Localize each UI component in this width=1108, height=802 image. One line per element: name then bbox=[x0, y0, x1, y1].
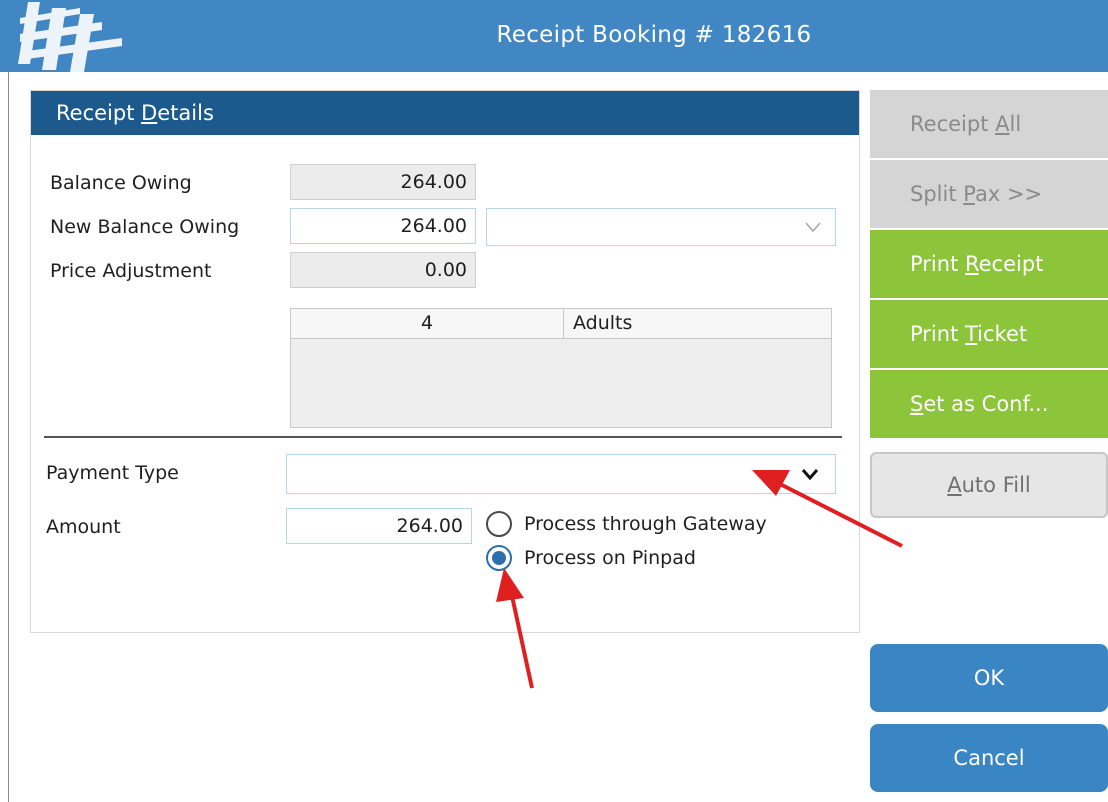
split-pax-button[interactable]: Split Pax >> bbox=[870, 160, 1108, 228]
auto-fill-label-post: uto Fill bbox=[961, 473, 1031, 497]
gateway-radio[interactable] bbox=[486, 511, 512, 537]
print-receipt-label-underlined: R bbox=[964, 252, 979, 276]
print-ticket-label-post: icket bbox=[977, 322, 1028, 346]
set-as-conf-label-underlined: S bbox=[910, 392, 924, 416]
panel-header-text-post: etails bbox=[157, 101, 214, 125]
pinpad-radio-label[interactable]: Process on Pinpad bbox=[524, 547, 696, 569]
title-bar: Receipt Booking # 182616 bbox=[0, 0, 1108, 72]
auto-fill-button[interactable]: Auto Fill bbox=[870, 452, 1108, 518]
section-divider bbox=[44, 436, 842, 438]
chevron-down-icon bbox=[805, 222, 821, 233]
ok-button[interactable]: OK bbox=[870, 644, 1108, 712]
set-as-conf-label-post: et as Conf... bbox=[923, 392, 1049, 416]
split-pax-label-pre: Split bbox=[910, 182, 964, 206]
window-title: Receipt Booking # 182616 bbox=[496, 22, 812, 48]
receipt-all-label-pre: Receipt bbox=[910, 112, 996, 136]
gateway-radio-label[interactable]: Process through Gateway bbox=[524, 513, 767, 535]
new-balance-owing-label: New Balance Owing bbox=[50, 216, 240, 238]
pax-count-cell: 4 bbox=[291, 309, 564, 338]
print-receipt-label-post: eceipt bbox=[978, 252, 1044, 276]
split-pax-label-post: ax >> bbox=[974, 182, 1043, 206]
payment-type-select[interactable] bbox=[286, 454, 836, 494]
pax-type-cell: Adults bbox=[573, 312, 633, 334]
window-left-border bbox=[8, 0, 9, 802]
price-adjustment-field: 0.00 bbox=[290, 252, 476, 288]
split-pax-label-underlined: P bbox=[963, 182, 975, 206]
panel-header-text-pre: Receipt bbox=[56, 101, 142, 125]
payment-type-label: Payment Type bbox=[46, 462, 179, 484]
panel-header: Receipt Details bbox=[31, 91, 859, 135]
receipt-all-label-post: ll bbox=[1009, 112, 1022, 136]
auto-fill-label-underlined: A bbox=[947, 473, 962, 497]
pax-table[interactable]: 4 Adults bbox=[290, 308, 832, 428]
print-ticket-label-pre: Print bbox=[910, 322, 965, 346]
panel-header-text-underlined: D bbox=[141, 101, 158, 125]
balance-owing-field: 264.00 bbox=[290, 164, 476, 200]
receipt-all-label-underlined: A bbox=[995, 112, 1010, 136]
amount-label: Amount bbox=[46, 516, 121, 538]
print-receipt-button[interactable]: Print Receipt bbox=[870, 230, 1108, 298]
new-balance-owing-select[interactable] bbox=[486, 208, 836, 246]
amount-input[interactable]: 264.00 bbox=[286, 508, 472, 544]
print-ticket-button[interactable]: Print Ticket bbox=[870, 300, 1108, 368]
pinpad-radio[interactable] bbox=[486, 545, 512, 571]
chevron-down-icon bbox=[801, 469, 819, 481]
balance-owing-label: Balance Owing bbox=[50, 172, 192, 194]
receipt-all-button[interactable]: Receipt All bbox=[870, 90, 1108, 158]
pax-table-header: 4 Adults bbox=[291, 309, 831, 339]
print-receipt-label-pre: Print bbox=[910, 252, 965, 276]
print-ticket-label-underlined: T bbox=[964, 322, 978, 346]
cancel-button[interactable]: Cancel bbox=[870, 724, 1108, 792]
new-balance-owing-input[interactable]: 264.00 bbox=[290, 208, 476, 244]
set-as-conf-button[interactable]: Set as Conf... bbox=[870, 370, 1108, 438]
price-adjustment-label: Price Adjustment bbox=[50, 260, 212, 282]
